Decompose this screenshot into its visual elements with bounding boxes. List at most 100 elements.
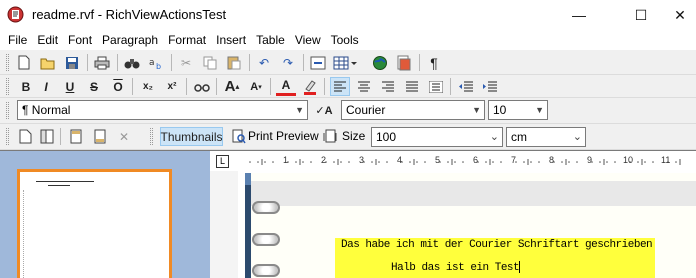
strikeout-icon[interactable]: S bbox=[84, 77, 104, 96]
thumbnail-text-line bbox=[36, 181, 94, 182]
font-name-select[interactable]: Courier ▼ bbox=[341, 100, 485, 120]
app-logo-icon bbox=[7, 6, 24, 23]
menu-view[interactable]: View bbox=[290, 30, 326, 50]
chevron-down-icon[interactable]: ▼ bbox=[472, 101, 481, 119]
replace-icon[interactable]: ab bbox=[146, 53, 166, 72]
document-line-1[interactable]: Das habe ich mit der Courier Schriftart … bbox=[341, 239, 653, 251]
subscript-icon[interactable]: x₂ bbox=[138, 77, 158, 96]
toolbar-grip[interactable] bbox=[6, 78, 9, 95]
hyperlink-icon[interactable] bbox=[308, 53, 328, 72]
menu-edit[interactable]: Edit bbox=[32, 30, 63, 50]
align-right-icon[interactable] bbox=[378, 77, 398, 96]
menu-insert[interactable]: Insert bbox=[211, 30, 251, 50]
list-icon[interactable] bbox=[426, 77, 446, 96]
unit-select[interactable]: cm ⌄ bbox=[506, 127, 586, 147]
chevron-down-icon[interactable]: ⌄ bbox=[490, 128, 499, 146]
redo-icon[interactable]: ↷ bbox=[278, 53, 298, 72]
title-bar: readme.rvf - RichViewActionsTest — ☐ ✕ bbox=[0, 0, 696, 30]
style-toolbar: ¶ Normal ▼ ✓ A Courier ▼ 10 ▼ bbox=[0, 98, 696, 124]
menu-font[interactable]: Font bbox=[63, 30, 97, 50]
formatting-toolbar: B I U S O x₂ x² A ▴ A ▾ A bbox=[0, 75, 696, 98]
toolbar-grip[interactable] bbox=[150, 128, 153, 145]
chevron-down-icon[interactable]: ▼ bbox=[535, 101, 544, 119]
print-preview-label[interactable]: Print Preview bbox=[248, 129, 319, 143]
highlight-icon[interactable] bbox=[300, 77, 320, 96]
font-color-icon[interactable]: A bbox=[276, 77, 296, 96]
spell-icon[interactable] bbox=[192, 77, 212, 96]
undo-icon[interactable]: ↶ bbox=[254, 53, 274, 72]
indent-increase-icon[interactable] bbox=[480, 77, 500, 96]
justify-icon[interactable] bbox=[402, 77, 422, 96]
paste-icon[interactable] bbox=[224, 53, 244, 72]
superscript-icon[interactable]: x² bbox=[162, 77, 182, 96]
cut-icon[interactable]: ✂ bbox=[176, 53, 196, 72]
page-icon[interactable] bbox=[15, 127, 35, 146]
document-line-2-text[interactable]: Halb das ist ein Test bbox=[391, 262, 520, 274]
toolbar-separator bbox=[419, 54, 420, 71]
print-icon[interactable] bbox=[92, 53, 112, 72]
toolbar-grip[interactable] bbox=[6, 128, 9, 145]
font-dialog-icon[interactable]: ✓ A bbox=[314, 101, 334, 120]
save-icon[interactable] bbox=[62, 53, 82, 72]
page-thumbnail[interactable] bbox=[17, 169, 172, 278]
footer-icon[interactable] bbox=[90, 127, 110, 146]
tab-type-button[interactable]: L bbox=[216, 155, 229, 168]
thumbnail-panel[interactable] bbox=[0, 150, 210, 278]
toolbar-grip[interactable] bbox=[6, 54, 9, 71]
chevron-down-icon[interactable]: ⌄ bbox=[573, 128, 582, 146]
menu-format[interactable]: Format bbox=[163, 30, 211, 50]
object-icon[interactable] bbox=[394, 53, 414, 72]
toolbar-separator bbox=[186, 78, 187, 95]
open-icon[interactable] bbox=[38, 53, 58, 72]
thumbnails-button[interactable]: Thumbnails bbox=[160, 127, 223, 146]
notebook-spine bbox=[245, 173, 251, 278]
font-size-select[interactable]: 10 ▼ bbox=[488, 100, 548, 120]
bold-icon[interactable]: B bbox=[16, 77, 36, 96]
minimize-button[interactable]: — bbox=[556, 0, 602, 30]
find-icon[interactable] bbox=[122, 53, 142, 72]
new-icon[interactable] bbox=[14, 53, 34, 72]
menu-tools[interactable]: Tools bbox=[326, 30, 364, 50]
underline-icon[interactable]: U bbox=[60, 77, 80, 96]
print-preview-icon[interactable] bbox=[229, 127, 249, 146]
ruler-label: 6 bbox=[473, 155, 479, 165]
chevron-down-icon[interactable]: ▼ bbox=[295, 101, 304, 119]
picture-icon[interactable] bbox=[370, 53, 390, 72]
paragraph-style-select[interactable]: ¶ Normal ▼ bbox=[17, 100, 308, 120]
toolbar-separator bbox=[132, 78, 133, 95]
menu-paragraph[interactable]: Paragraph bbox=[97, 30, 163, 50]
pilcrow-icon[interactable]: ¶ bbox=[424, 53, 444, 72]
table-icon[interactable] bbox=[332, 53, 358, 72]
align-center-icon[interactable] bbox=[354, 77, 374, 96]
close-button[interactable]: ✕ bbox=[664, 0, 696, 30]
toolbar-separator bbox=[303, 54, 304, 71]
svg-text:a: a bbox=[149, 58, 155, 68]
page-size-icon[interactable] bbox=[320, 127, 340, 146]
header-icon[interactable] bbox=[66, 127, 86, 146]
toolbar-grip[interactable] bbox=[6, 102, 9, 119]
shrink-font-icon[interactable]: A ▾ bbox=[246, 77, 266, 96]
document-editor[interactable]: L 1 2 3 4 5 6 7 8 9 10 11 Das habe ich m… bbox=[210, 150, 696, 278]
text-caret bbox=[519, 261, 521, 273]
toolbar-separator bbox=[117, 54, 118, 71]
indent-decrease-icon[interactable] bbox=[456, 77, 476, 96]
italic-icon[interactable]: I bbox=[36, 77, 56, 96]
ruler-label: 9 bbox=[587, 155, 593, 165]
zoom-select[interactable]: 100 ⌄ bbox=[371, 127, 503, 147]
grow-font-icon[interactable]: A ▴ bbox=[222, 77, 242, 96]
copy-icon[interactable] bbox=[200, 53, 220, 72]
size-label: Size bbox=[342, 129, 366, 143]
thumbnail-text-line bbox=[48, 185, 70, 186]
window-title: readme.rvf - RichViewActionsTest bbox=[32, 7, 227, 22]
menu-table[interactable]: Table bbox=[251, 30, 290, 50]
align-left-icon[interactable] bbox=[330, 77, 350, 96]
overline-icon[interactable]: O bbox=[108, 77, 128, 96]
ruler-label: 8 bbox=[549, 155, 555, 165]
document-line-2[interactable]: Halb das ist ein Test bbox=[391, 261, 521, 274]
close-icon[interactable]: ✕ bbox=[114, 127, 134, 146]
maximize-button[interactable]: ☐ bbox=[618, 0, 664, 30]
menu-file[interactable]: File bbox=[0, 30, 32, 50]
toolbar-separator bbox=[450, 78, 451, 95]
page-landscape-icon[interactable] bbox=[37, 127, 57, 146]
horizontal-ruler[interactable]: 1 2 3 4 5 6 7 8 9 10 11 bbox=[246, 155, 696, 169]
